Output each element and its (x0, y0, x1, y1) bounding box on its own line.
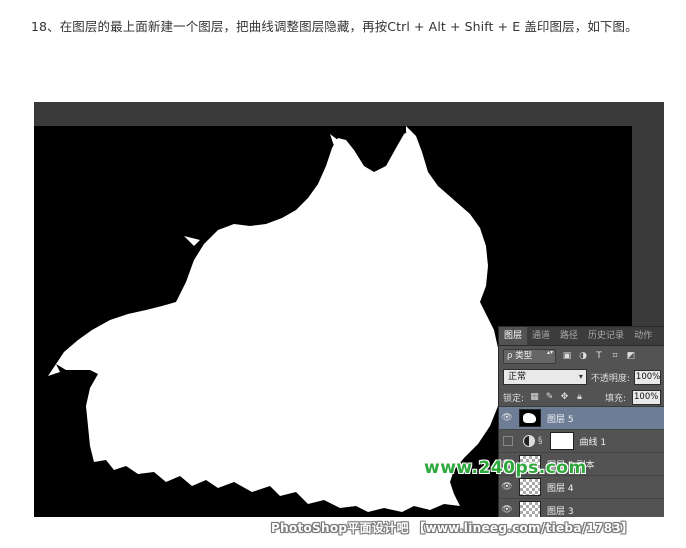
shape-filter-icon[interactable]: ⌗ (610, 351, 620, 361)
lock-all-icon[interactable]: 🔒︎ (575, 392, 584, 402)
layer-name: 图层 3 (547, 506, 574, 517)
panel-tabs: 图层 通道 路径 历史记录 动作 (499, 327, 664, 346)
fill-label: 填充: (604, 393, 626, 404)
layer-mask-thumbnail (549, 432, 574, 450)
blend-mode-select[interactable]: 正常 (503, 369, 587, 385)
layer-thumbnail (519, 478, 541, 496)
adjustment-filter-icon[interactable]: ◑ (578, 351, 588, 361)
lock-label: 锁定: (503, 393, 525, 404)
tab-paths[interactable]: 路径 (555, 327, 583, 345)
layer-row-layer4[interactable]: 👁︎ 图层 4 (499, 476, 664, 499)
image-filter-icon[interactable]: ▣ (562, 351, 572, 361)
layers-panel: 图层 通道 路径 历史记录 动作 ρ 类型 ▣ ◑ T ⌗ ◩ 正常 不透明度:… (498, 326, 664, 517)
site-watermark: www.240ps.com (424, 458, 587, 478)
type-filter-icon[interactable]: T (594, 351, 604, 361)
instruction-text: 18、在图层的最上面新建一个图层，把曲线调整图层隐藏，再按Ctrl + Alt … (31, 19, 638, 34)
eye-icon[interactable]: 👁︎ (499, 413, 515, 423)
lock-brush-icon[interactable]: ✎ (545, 392, 554, 402)
opacity-input[interactable]: 100% (633, 369, 661, 385)
tab-history[interactable]: 历史记录 (583, 327, 629, 345)
blend-row: 正常 不透明度: 100% (499, 366, 664, 388)
eye-icon[interactable]: 👁︎ (499, 482, 515, 492)
tab-actions[interactable]: 动作 (629, 327, 657, 345)
smart-object-filter-icon[interactable]: ◩ (626, 351, 636, 361)
layer-row-layer3[interactable]: 👁︎ 图层 3 (499, 499, 664, 517)
photoshop-screenshot: 图层 通道 路径 历史记录 动作 ρ 类型 ▣ ◑ T ⌗ ◩ 正常 不透明度:… (34, 102, 664, 517)
filter-toolbar: ρ 类型 ▣ ◑ T ⌗ ◩ (499, 346, 664, 366)
lock-transparent-icon[interactable]: ▦ (530, 392, 539, 402)
tab-channels[interactable]: 通道 (527, 327, 555, 345)
lock-row: 锁定: ▦ ✎ ✥ 🔒︎ 填充: 100% (499, 388, 664, 407)
adjustment-layer-icon (523, 435, 535, 447)
layer-thumbnail (519, 501, 541, 517)
footer-watermark: PhotoShop平面设计吧 【www.lineeg.com/tieba/178… (271, 521, 634, 535)
link-chain-icon: § (538, 436, 543, 446)
layer-kind-select[interactable]: ρ 类型 (503, 348, 556, 364)
lock-move-icon[interactable]: ✥ (560, 392, 569, 402)
layer-name: 图层 5 (547, 414, 574, 425)
eye-icon[interactable]: 👁︎ (499, 505, 515, 515)
layer-row-layer5[interactable]: 👁︎ 图层 5 (499, 407, 664, 430)
opacity-label: 不透明度: (590, 373, 630, 384)
layer-row-curves1[interactable]: § 曲线 1 (499, 430, 664, 453)
layer-thumbnail (519, 409, 541, 427)
fill-input[interactable]: 100% (632, 389, 661, 405)
layer-name: 图层 4 (547, 483, 574, 494)
visibility-off-box[interactable] (503, 436, 513, 446)
tab-layers[interactable]: 图层 (499, 327, 528, 345)
layer-name: 曲线 1 (579, 437, 607, 448)
